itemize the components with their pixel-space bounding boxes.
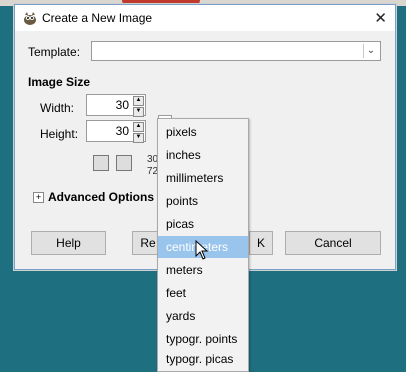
title-bar: Create a New Image ✕ xyxy=(15,5,395,31)
up-arrow-icon[interactable]: ▲ xyxy=(133,96,144,106)
unit-item-meters[interactable]: meters xyxy=(158,259,248,281)
portrait-icon[interactable] xyxy=(93,155,109,171)
unit-item-typogr-picas[interactable]: typogr. picas xyxy=(158,348,248,370)
template-select[interactable]: ⌄ xyxy=(91,41,381,61)
template-label: Template: xyxy=(28,45,81,59)
close-icon[interactable]: ✕ xyxy=(374,9,387,27)
landscape-icon[interactable] xyxy=(116,155,132,171)
unit-item-feet[interactable]: feet xyxy=(158,282,248,304)
chevron-down-icon[interactable]: ⌄ xyxy=(363,44,378,58)
unit-item-millimeters[interactable]: millimeters xyxy=(158,167,248,189)
gimp-wilber-icon xyxy=(24,12,36,25)
width-value: 30 xyxy=(115,98,129,112)
menu-item-label: typogr. picas xyxy=(166,352,234,366)
mouse-pointer-icon xyxy=(195,240,209,260)
unit-item-typogr-points[interactable]: typogr. points xyxy=(158,328,248,350)
up-arrow-icon[interactable]: ▲ xyxy=(133,122,144,132)
width-stepper[interactable]: ▲ ▼ xyxy=(133,96,144,117)
height-label: Height: xyxy=(40,127,79,141)
unit-item-picas[interactable]: picas xyxy=(158,213,248,235)
height-spinner[interactable]: 30 ▲ ▼ xyxy=(86,120,146,143)
ok-button[interactable]: K xyxy=(249,231,273,255)
cancel-button[interactable]: Cancel xyxy=(285,231,381,255)
down-arrow-icon[interactable]: ▼ xyxy=(133,107,144,117)
unit-item-points[interactable]: points xyxy=(158,190,248,212)
unit-item-inches[interactable]: inches xyxy=(158,144,248,166)
menu-item-label: points xyxy=(166,194,199,208)
expand-icon[interactable]: + xyxy=(33,192,44,203)
width-spinner[interactable]: 30 ▲ ▼ xyxy=(86,94,146,117)
down-arrow-icon[interactable]: ▼ xyxy=(133,133,144,143)
menu-item-label: typogr. points xyxy=(166,332,238,346)
menu-item-label: picas xyxy=(166,217,195,231)
width-label: Width: xyxy=(40,101,75,115)
unit-item-yards[interactable]: yards xyxy=(158,305,248,327)
advanced-options-label[interactable]: Advanced Options xyxy=(48,190,154,204)
dialog-title: Create a New Image xyxy=(42,11,153,25)
menu-item-label: meters xyxy=(166,263,203,277)
unit-item-pixels[interactable]: pixels xyxy=(158,121,248,143)
help-button[interactable]: Help xyxy=(31,231,106,255)
menu-item-label: inches xyxy=(166,148,201,162)
menu-item-label: yards xyxy=(166,309,196,323)
menu-item-label: feet xyxy=(166,286,187,300)
menu-item-label: pixels xyxy=(166,125,197,139)
height-stepper[interactable]: ▲ ▼ xyxy=(133,122,144,143)
height-value: 30 xyxy=(115,124,129,138)
menu-item-label: millimeters xyxy=(166,171,224,185)
image-size-title: Image Size xyxy=(28,75,91,89)
